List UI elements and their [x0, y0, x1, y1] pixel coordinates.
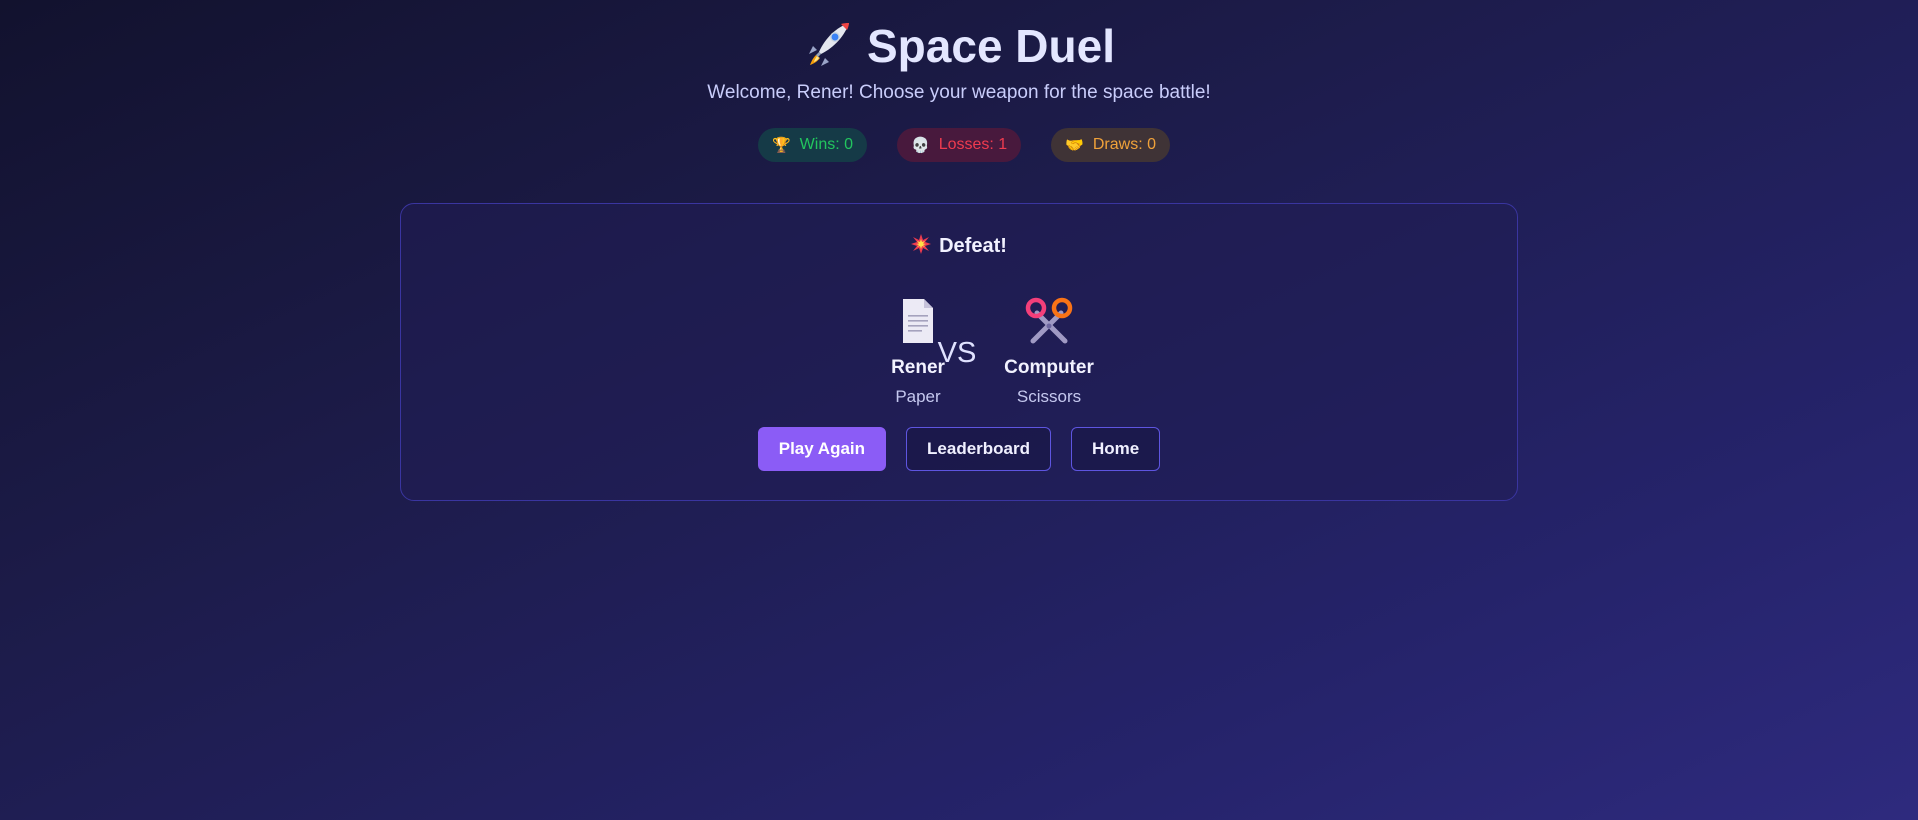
opponent-panel: Computer Scissors	[989, 297, 1109, 407]
result-heading: Defeat!	[401, 234, 1517, 258]
draws-badge: 🤝 Draws: 0	[1051, 128, 1170, 162]
opponent-choice: Scissors	[1016, 387, 1082, 406]
draws-label: Draws: 0	[1092, 136, 1156, 153]
action-buttons: Play Again Leaderboard Home	[401, 427, 1517, 471]
score-stats: 🏆 Wins: 0 💀 Losses: 1 🤝 Draws: 0	[0, 128, 1918, 162]
rocket-icon	[809, 23, 849, 66]
leaderboard-button[interactable]: Leaderboard	[906, 427, 1052, 471]
result-card: Defeat! Rener Paper VS Computer Scissors…	[400, 203, 1518, 501]
home-button[interactable]: Home	[1071, 427, 1161, 471]
losses-badge: 💀 Losses: 1	[897, 128, 1022, 162]
skull-icon: 💀	[911, 137, 930, 154]
matchup: Rener Paper VS Computer Scissors	[401, 297, 1517, 412]
explosion-icon	[911, 234, 932, 254]
wins-badge: 🏆 Wins: 0	[757, 128, 868, 162]
handshake-icon: 🤝	[1065, 137, 1084, 154]
losses-label: Losses: 1	[938, 136, 1008, 153]
versus-label: VS	[937, 337, 977, 369]
trophy-icon: 🏆	[771, 137, 791, 154]
page-title: Space Duel	[0, 18, 1918, 74]
result-text: Defeat!	[939, 235, 1007, 257]
welcome-subtitle: Welcome, Rener! Choose your weapon for t…	[707, 82, 1211, 103]
play-again-button[interactable]: Play Again	[757, 427, 887, 471]
scissors-icon	[1025, 297, 1073, 344]
opponent-name: Computer	[1004, 357, 1094, 378]
wins-label: Wins: 0	[799, 136, 854, 153]
app-title-text: Space Duel	[867, 20, 1115, 72]
game-screen: Space Duel Welcome, Rener! Choose your w…	[0, 0, 1918, 820]
player-choice: Paper	[895, 387, 941, 406]
